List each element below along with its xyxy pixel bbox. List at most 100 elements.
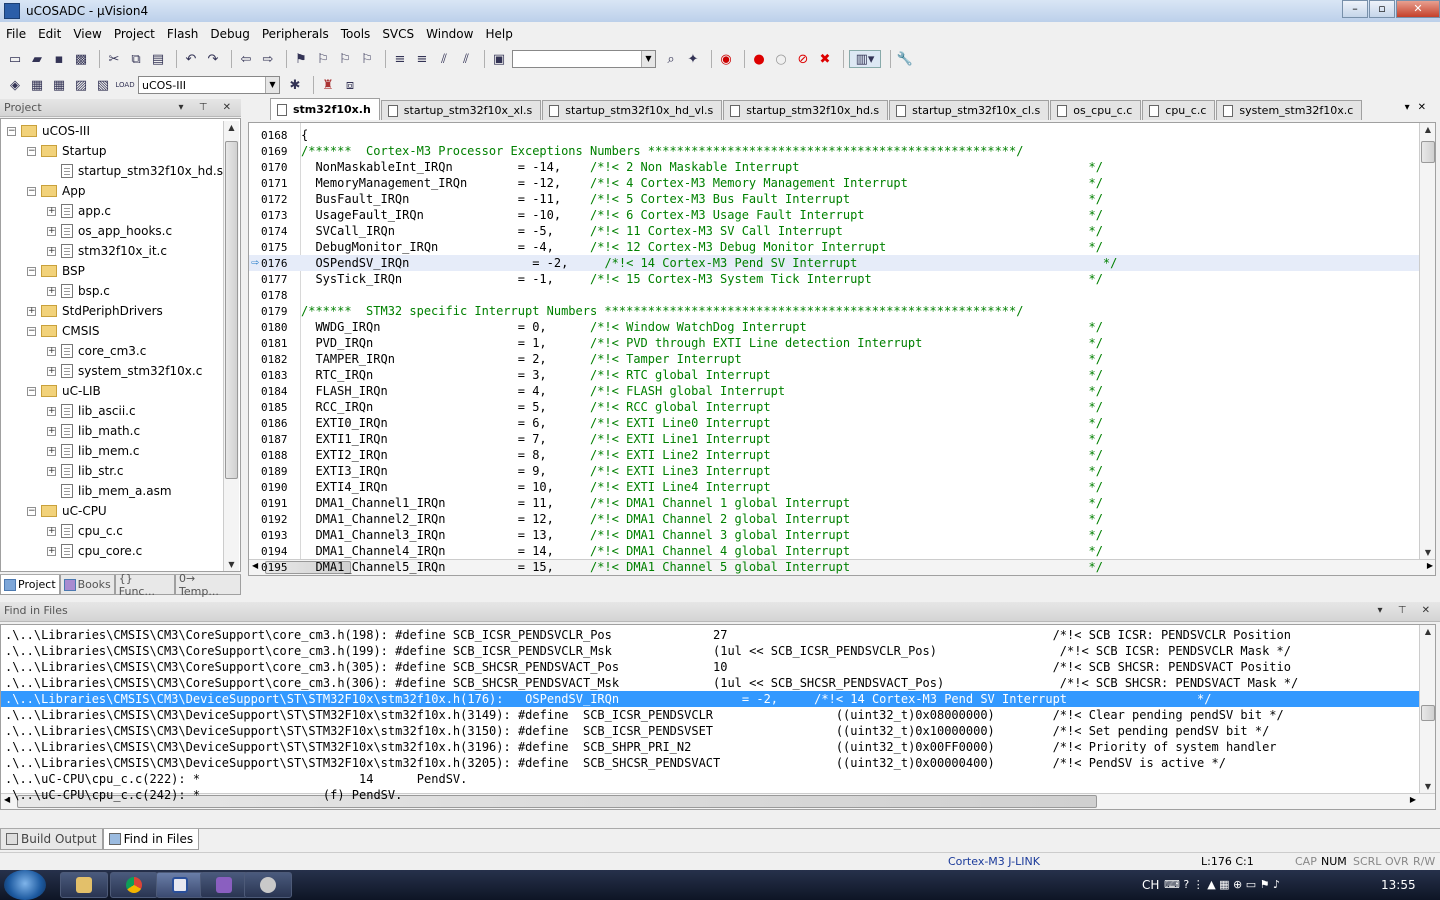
cut-icon[interactable]: ✂ bbox=[105, 50, 123, 68]
expand-icon[interactable]: + bbox=[47, 446, 56, 456]
tree-folder[interactable]: − BSP bbox=[27, 261, 85, 281]
breakpoint-disable-icon[interactable]: ○ bbox=[772, 50, 790, 68]
tab-find-in-files[interactable]: Find in Files bbox=[102, 829, 200, 850]
find-result-line[interactable]: .\..\Libraries\CMSIS\CM3\CoreSupport\cor… bbox=[1, 675, 1419, 691]
find-result-line[interactable]: .\..\Libraries\CMSIS\CM3\DeviceSupport\S… bbox=[1, 755, 1419, 771]
find-result-line[interactable]: .\..\uC-CPU\cpu_c.c(242): * (f) PendSV. bbox=[1, 787, 1419, 803]
scroll-down-icon[interactable]: ▼ bbox=[1420, 782, 1435, 791]
code-line[interactable]: 0195 DMA1_Channel5_IRQn = 15, /*!< DMA1 … bbox=[249, 559, 1419, 575]
expand-icon[interactable]: + bbox=[27, 306, 36, 316]
tree-file[interactable]: + lib_str.c bbox=[47, 461, 124, 481]
menu-tools[interactable]: Tools bbox=[335, 27, 377, 41]
save-all-icon[interactable]: ▩ bbox=[72, 50, 90, 68]
tree-file[interactable]: + lib_ascii.c bbox=[47, 401, 136, 421]
tab-build-output[interactable]: Build Output bbox=[0, 829, 103, 850]
code-line[interactable]: 0169 /****** Cortex-M3 Processor Exceptio… bbox=[249, 143, 1419, 159]
code-line[interactable]: 0175 DebugMonitor_IRQn = -4, /*!< 12 Cor… bbox=[249, 239, 1419, 255]
find-result-line[interactable]: .\..\Libraries\CMSIS\CM3\CoreSupport\cor… bbox=[1, 659, 1419, 675]
scroll-down-icon[interactable]: ▼ bbox=[1420, 548, 1435, 557]
scroll-up-icon[interactable]: ▲ bbox=[1420, 125, 1435, 134]
code-line[interactable]: 0194 DMA1_Channel4_IRQn = 14, /*!< DMA1 … bbox=[249, 543, 1419, 559]
redo-icon[interactable]: ↷ bbox=[204, 50, 222, 68]
tree-file[interactable]: + cpu_core.c bbox=[47, 541, 142, 561]
project-scrollbar[interactable]: ▲ ▼ bbox=[223, 121, 239, 571]
breakpoint-icon[interactable]: ● bbox=[750, 50, 768, 68]
window-layout-icon[interactable]: ▥▾ bbox=[849, 50, 881, 68]
collapse-icon[interactable]: − bbox=[27, 386, 36, 396]
collapse-icon[interactable]: − bbox=[7, 126, 16, 136]
breakpoint-kill-all-icon[interactable]: ✖ bbox=[816, 50, 834, 68]
find-result-line[interactable]: .\..\Libraries\CMSIS\CM3\DeviceSupport\S… bbox=[1, 739, 1419, 755]
tree-folder[interactable]: − Startup bbox=[27, 141, 107, 161]
manage-components-icon[interactable]: ♜ bbox=[319, 76, 337, 94]
find-vscrollbar[interactable]: ▲ ▼ bbox=[1419, 625, 1435, 793]
panel-controls[interactable]: ▾ ⊤ ✕ bbox=[1378, 602, 1436, 619]
unindent-icon[interactable]: ≡ bbox=[413, 50, 431, 68]
batch-build-icon[interactable]: ▨ bbox=[72, 76, 90, 94]
nav-forward-icon[interactable]: ⇨ bbox=[259, 50, 277, 68]
tree-folder[interactable]: − App bbox=[27, 181, 85, 201]
copy-icon[interactable]: ⧉ bbox=[127, 50, 145, 68]
expand-icon[interactable]: + bbox=[47, 526, 56, 536]
expand-icon[interactable]: + bbox=[47, 286, 56, 296]
maximize-button[interactable]: ▫ bbox=[1369, 0, 1395, 18]
expand-icon[interactable]: + bbox=[47, 226, 56, 236]
code-editor[interactable]: ▲ ▼ ◀ ▶ 0168{0169/****** Cortex-M3 Proce… bbox=[248, 122, 1436, 576]
menu-help[interactable]: Help bbox=[479, 27, 518, 41]
code-line[interactable]: 0181 PVD_IRQn = 1, /*!< PVD through EXTI… bbox=[249, 335, 1419, 351]
find-result-line[interactable]: .\..\Libraries\CMSIS\CM3\CoreSupport\cor… bbox=[1, 643, 1419, 659]
tree-file[interactable]: + lib_math.c bbox=[47, 421, 140, 441]
taskbar-uvision[interactable] bbox=[156, 872, 204, 898]
build-icon[interactable]: ▦ bbox=[28, 76, 46, 94]
rebuild-icon[interactable]: ▦ bbox=[50, 76, 68, 94]
tab-project[interactable]: Project bbox=[0, 575, 60, 595]
new-file-icon[interactable]: ▭ bbox=[6, 50, 24, 68]
expand-icon[interactable]: + bbox=[47, 426, 56, 436]
code-line[interactable]: 0172 BusFault_IRQn = -11, /*!< 5 Cortex-… bbox=[249, 191, 1419, 207]
tree-file[interactable]: + os_app_hooks.c bbox=[47, 221, 172, 241]
tree-folder[interactable]: − CMSIS bbox=[27, 321, 100, 341]
code-line[interactable]: 0174 SVCall_IRQn = -5, /*!< 11 Cortex-M3… bbox=[249, 223, 1419, 239]
open-folder-icon[interactable]: ▰ bbox=[28, 50, 46, 68]
tab-controls[interactable]: ▾✕ bbox=[1405, 102, 1434, 113]
paste-icon[interactable]: ▤ bbox=[149, 50, 167, 68]
expand-icon[interactable]: + bbox=[47, 546, 56, 556]
bookmark-icon[interactable]: ⚑ bbox=[292, 50, 310, 68]
start-button[interactable] bbox=[4, 870, 46, 900]
tree-file[interactable]: lib_mem_a.asm bbox=[47, 481, 172, 501]
translate-icon[interactable]: ◈ bbox=[6, 76, 24, 94]
taskbar-chrome[interactable] bbox=[110, 872, 158, 898]
scroll-thumb[interactable] bbox=[225, 141, 238, 479]
tree-file[interactable]: + system_stm32f10x.c bbox=[47, 361, 202, 381]
code-line[interactable]: 0191 DMA1_Channel1_IRQn = 11, /*!< DMA1 … bbox=[249, 495, 1419, 511]
editor-tab[interactable]: startup_stm32f10x_xl.s bbox=[380, 100, 542, 120]
tree-file[interactable]: startup_stm32f10x_hd.s bbox=[47, 161, 223, 181]
menu-view[interactable]: View bbox=[67, 27, 107, 41]
code-line[interactable]: 0179 /****** STM32 specific Interrupt Num… bbox=[249, 303, 1419, 319]
expand-icon[interactable]: + bbox=[47, 406, 56, 416]
save-icon[interactable]: ▪ bbox=[50, 50, 68, 68]
tree-file[interactable]: + core_cm3.c bbox=[47, 341, 146, 361]
editor-vscrollbar[interactable]: ▲ ▼ bbox=[1419, 123, 1435, 559]
editor-tab[interactable]: startup_stm32f10x_hd.s bbox=[723, 100, 889, 120]
scroll-up-icon[interactable]: ▲ bbox=[1420, 627, 1435, 636]
clock[interactable]: 13:55 bbox=[1381, 870, 1416, 900]
find-result-line[interactable]: .\..\Libraries\CMSIS\CM3\CoreSupport\cor… bbox=[1, 627, 1419, 643]
code-line[interactable]: 0178 bbox=[249, 287, 1419, 303]
debug-session-icon[interactable]: ◉ bbox=[717, 50, 735, 68]
menu-project[interactable]: Project bbox=[108, 27, 161, 41]
panel-controls[interactable]: ▾ ⊤ ✕ bbox=[179, 99, 237, 116]
tab-books[interactable]: Books bbox=[59, 575, 115, 595]
code-line[interactable]: 0173 UsageFault_IRQn = -10, /*!< 6 Corte… bbox=[249, 207, 1419, 223]
expand-icon[interactable]: + bbox=[47, 246, 56, 256]
menu-file[interactable]: File bbox=[0, 27, 32, 41]
scroll-down-icon[interactable]: ▼ bbox=[224, 560, 239, 569]
editor-tab[interactable]: stm32f10x.h bbox=[270, 98, 380, 120]
breakpoint-disable-all-icon[interactable]: ⊘ bbox=[794, 50, 812, 68]
tree-folder[interactable]: − uCOS-III bbox=[7, 121, 90, 141]
tree-folder[interactable]: − uC-CPU bbox=[27, 501, 107, 521]
bookmark-next-icon[interactable]: ⚐ bbox=[336, 50, 354, 68]
code-line[interactable]: 0193 DMA1_Channel3_IRQn = 13, /*!< DMA1 … bbox=[249, 527, 1419, 543]
code-line[interactable]: 0170 NonMaskableInt_IRQn = -14, /*!< 2 N… bbox=[249, 159, 1419, 175]
code-line[interactable]: 0190 EXTI4_IRQn = 10, /*!< EXTI Line4 In… bbox=[249, 479, 1419, 495]
